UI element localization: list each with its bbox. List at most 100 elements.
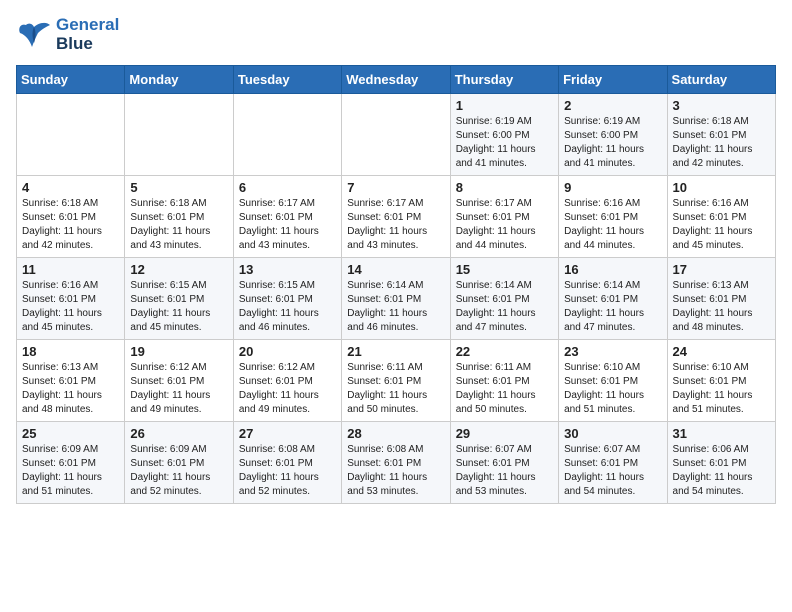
calendar-cell: 4 Sunrise: 6:18 AM Sunset: 6:01 PM Daylig…	[17, 176, 125, 258]
calendar-cell: 25 Sunrise: 6:09 AM Sunset: 6:01 PM Dayli…	[17, 422, 125, 504]
day-info: Sunrise: 6:06 AM Sunset: 6:01 PM Dayligh…	[673, 443, 770, 499]
day-number: 9	[564, 180, 661, 195]
calendar-week-row: 18 Sunrise: 6:13 AM Sunset: 6:01 PM Dayli…	[17, 340, 776, 422]
calendar-cell: 31 Sunrise: 6:06 AM Sunset: 6:01 PM Dayli…	[667, 422, 775, 504]
weekday-header: Tuesday	[233, 66, 341, 94]
day-info: Sunrise: 6:19 AM Sunset: 6:00 PM Dayligh…	[564, 115, 661, 171]
day-number: 14	[347, 262, 444, 277]
calendar-week-row: 4 Sunrise: 6:18 AM Sunset: 6:01 PM Daylig…	[17, 176, 776, 258]
day-number: 21	[347, 344, 444, 359]
day-info: Sunrise: 6:14 AM Sunset: 6:01 PM Dayligh…	[456, 279, 553, 335]
day-info: Sunrise: 6:12 AM Sunset: 6:01 PM Dayligh…	[130, 361, 227, 417]
day-info: Sunrise: 6:15 AM Sunset: 6:01 PM Dayligh…	[130, 279, 227, 335]
calendar-cell: 9 Sunrise: 6:16 AM Sunset: 6:01 PM Daylig…	[559, 176, 667, 258]
calendar-cell: 7 Sunrise: 6:17 AM Sunset: 6:01 PM Daylig…	[342, 176, 450, 258]
calendar-cell: 17Sunrise: 6:13 AM Sunset: 6:01 PM Dayli…	[667, 258, 775, 340]
day-info: Sunrise: 6:17 AM Sunset: 6:01 PM Dayligh…	[456, 197, 553, 253]
weekday-header: Sunday	[17, 66, 125, 94]
calendar-cell: 18 Sunrise: 6:13 AM Sunset: 6:01 PM Dayli…	[17, 340, 125, 422]
calendar-cell: 29 Sunrise: 6:07 AM Sunset: 6:01 PM Dayli…	[450, 422, 558, 504]
weekday-header: Wednesday	[342, 66, 450, 94]
day-number: 30	[564, 426, 661, 441]
weekday-header: Saturday	[667, 66, 775, 94]
calendar-cell	[17, 94, 125, 176]
day-info: Sunrise: 6:18 AM Sunset: 6:01 PM Dayligh…	[130, 197, 227, 253]
day-info: Sunrise: 6:12 AM Sunset: 6:01 PM Dayligh…	[239, 361, 336, 417]
day-info: Sunrise: 6:07 AM Sunset: 6:01 PM Dayligh…	[456, 443, 553, 499]
day-number: 26	[130, 426, 227, 441]
day-number: 24	[673, 344, 770, 359]
calendar-cell: 8 Sunrise: 6:17 AM Sunset: 6:01 PM Daylig…	[450, 176, 558, 258]
calendar-week-row: 25 Sunrise: 6:09 AM Sunset: 6:01 PM Dayli…	[17, 422, 776, 504]
day-number: 20	[239, 344, 336, 359]
day-number: 8	[456, 180, 553, 195]
logo-icon	[16, 19, 52, 51]
calendar-table: SundayMondayTuesdayWednesdayThursdayFrid…	[16, 65, 776, 504]
calendar-cell: 6Sunrise: 6:17 AM Sunset: 6:01 PM Daylig…	[233, 176, 341, 258]
day-number: 2	[564, 98, 661, 113]
day-number: 22	[456, 344, 553, 359]
logo-text: General Blue	[56, 16, 119, 53]
day-number: 23	[564, 344, 661, 359]
day-number: 18	[22, 344, 119, 359]
calendar-cell: 21 Sunrise: 6:11 AM Sunset: 6:01 PM Dayli…	[342, 340, 450, 422]
day-number: 27	[239, 426, 336, 441]
day-info: Sunrise: 6:08 AM Sunset: 6:01 PM Dayligh…	[239, 443, 336, 499]
day-info: Sunrise: 6:18 AM Sunset: 6:01 PM Dayligh…	[22, 197, 119, 253]
day-info: Sunrise: 6:14 AM Sunset: 6:01 PM Dayligh…	[564, 279, 661, 335]
day-info: Sunrise: 6:11 AM Sunset: 6:01 PM Dayligh…	[347, 361, 444, 417]
day-number: 7	[347, 180, 444, 195]
calendar-cell: 11 Sunrise: 6:16 AM Sunset: 6:01 PM Dayli…	[17, 258, 125, 340]
weekday-header: Thursday	[450, 66, 558, 94]
day-info: Sunrise: 6:16 AM Sunset: 6:01 PM Dayligh…	[673, 197, 770, 253]
day-info: Sunrise: 6:08 AM Sunset: 6:01 PM Dayligh…	[347, 443, 444, 499]
day-info: Sunrise: 6:10 AM Sunset: 6:01 PM Dayligh…	[673, 361, 770, 417]
calendar-cell: 26Sunrise: 6:09 AM Sunset: 6:01 PM Dayli…	[125, 422, 233, 504]
calendar-cell: 12Sunrise: 6:15 AM Sunset: 6:01 PM Dayli…	[125, 258, 233, 340]
calendar-cell	[342, 94, 450, 176]
day-number: 16	[564, 262, 661, 277]
day-number: 31	[673, 426, 770, 441]
day-info: Sunrise: 6:10 AM Sunset: 6:01 PM Dayligh…	[564, 361, 661, 417]
day-info: Sunrise: 6:09 AM Sunset: 6:01 PM Dayligh…	[22, 443, 119, 499]
day-number: 19	[130, 344, 227, 359]
calendar-cell: 30Sunrise: 6:07 AM Sunset: 6:01 PM Dayli…	[559, 422, 667, 504]
day-number: 28	[347, 426, 444, 441]
calendar-cell: 5 Sunrise: 6:18 AM Sunset: 6:01 PM Daylig…	[125, 176, 233, 258]
calendar-cell: 1Sunrise: 6:19 AM Sunset: 6:00 PM Daylig…	[450, 94, 558, 176]
day-info: Sunrise: 6:14 AM Sunset: 6:01 PM Dayligh…	[347, 279, 444, 335]
day-number: 17	[673, 262, 770, 277]
calendar-cell	[125, 94, 233, 176]
logo: General Blue	[16, 16, 119, 53]
calendar-cell: 13Sunrise: 6:15 AM Sunset: 6:01 PM Dayli…	[233, 258, 341, 340]
calendar-cell: 20 Sunrise: 6:12 AM Sunset: 6:01 PM Dayli…	[233, 340, 341, 422]
day-info: Sunrise: 6:17 AM Sunset: 6:01 PM Dayligh…	[347, 197, 444, 253]
page-header: General Blue	[16, 16, 776, 53]
calendar-cell: 23 Sunrise: 6:10 AM Sunset: 6:01 PM Dayli…	[559, 340, 667, 422]
calendar-cell: 15 Sunrise: 6:14 AM Sunset: 6:01 PM Dayli…	[450, 258, 558, 340]
day-number: 15	[456, 262, 553, 277]
day-number: 4	[22, 180, 119, 195]
day-info: Sunrise: 6:16 AM Sunset: 6:01 PM Dayligh…	[22, 279, 119, 335]
calendar-cell: 2 Sunrise: 6:19 AM Sunset: 6:00 PM Daylig…	[559, 94, 667, 176]
calendar-week-row: 11 Sunrise: 6:16 AM Sunset: 6:01 PM Dayli…	[17, 258, 776, 340]
day-info: Sunrise: 6:16 AM Sunset: 6:01 PM Dayligh…	[564, 197, 661, 253]
calendar-header-row: SundayMondayTuesdayWednesdayThursdayFrid…	[17, 66, 776, 94]
day-number: 5	[130, 180, 227, 195]
calendar-cell: 14 Sunrise: 6:14 AM Sunset: 6:01 PM Dayli…	[342, 258, 450, 340]
day-number: 10	[673, 180, 770, 195]
day-number: 1	[456, 98, 553, 113]
calendar-week-row: 1 Sunrise: 6:19 AM Sunset: 6:00 PM Daylig…	[17, 94, 776, 176]
day-info: Sunrise: 6:11 AM Sunset: 6:01 PM Dayligh…	[456, 361, 553, 417]
day-info: Sunrise: 6:17 AM Sunset: 6:01 PM Dayligh…	[239, 197, 336, 253]
day-number: 25	[22, 426, 119, 441]
calendar-cell: 28 Sunrise: 6:08 AM Sunset: 6:01 PM Dayli…	[342, 422, 450, 504]
calendar-cell: 22 Sunrise: 6:11 AM Sunset: 6:01 PM Dayli…	[450, 340, 558, 422]
day-info: Sunrise: 6:13 AM Sunset: 6:01 PM Dayligh…	[22, 361, 119, 417]
weekday-header: Monday	[125, 66, 233, 94]
day-number: 29	[456, 426, 553, 441]
day-number: 3	[673, 98, 770, 113]
day-number: 11	[22, 262, 119, 277]
day-info: Sunrise: 6:15 AM Sunset: 6:01 PM Dayligh…	[239, 279, 336, 335]
calendar-cell: 3Sunrise: 6:18 AM Sunset: 6:01 PM Daylig…	[667, 94, 775, 176]
